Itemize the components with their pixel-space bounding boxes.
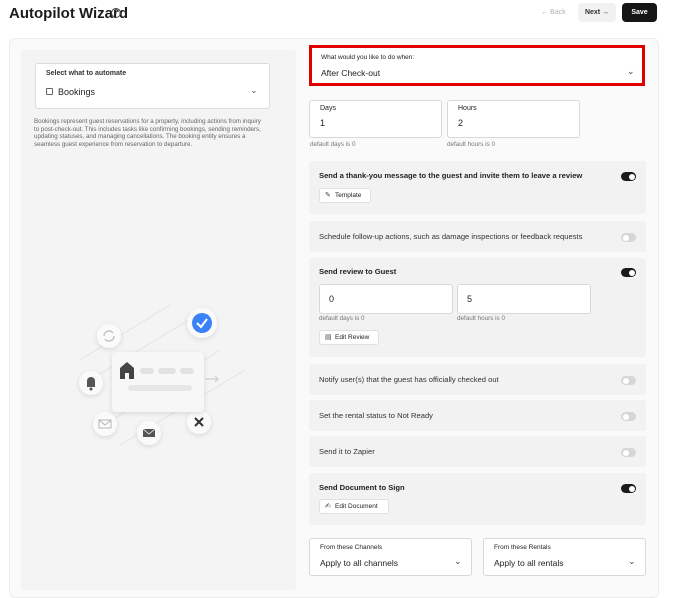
- trigger-value: After Check-out: [321, 68, 381, 78]
- pencil-icon: ✎: [325, 192, 331, 199]
- action-label: Set the rental status to Not Ready: [319, 411, 433, 420]
- action-toggle[interactable]: [621, 233, 636, 242]
- booking-card: [112, 352, 204, 412]
- calendar-icon: [46, 88, 53, 95]
- automate-select-label: Select what to automate: [46, 70, 127, 77]
- action-label: Send a thank-you message to the guest an…: [319, 171, 583, 180]
- automate-select-value: Bookings: [58, 87, 96, 97]
- next-button[interactable]: Next →: [578, 3, 616, 22]
- action-label: Notify user(s) that the guest has offici…: [319, 375, 499, 384]
- bookings-illustration: [79, 304, 246, 446]
- trigger-select[interactable]: [309, 45, 645, 86]
- days-label: Days: [320, 105, 336, 112]
- chevron-down-icon: ⌄: [454, 556, 462, 566]
- save-button[interactable]: Save: [622, 3, 657, 22]
- action-label: Schedule follow-up actions, such as dama…: [319, 232, 583, 241]
- chevron-down-icon: ⌄: [250, 85, 258, 95]
- back-button[interactable]: ← Back: [534, 3, 573, 22]
- trigger-label: What would you like to do when:: [321, 54, 415, 61]
- days-hint: default days is 0: [310, 141, 356, 148]
- channels-label: From these Channels: [320, 544, 383, 551]
- rentals-label: From these Rentals: [494, 544, 551, 551]
- review-days-value: 0: [329, 294, 335, 304]
- review-hours-value: 5: [467, 294, 473, 304]
- action-toggle[interactable]: [621, 376, 636, 385]
- channels-value: Apply to all channels: [320, 558, 398, 568]
- entity-description: Bookings represent guest reservations fo…: [34, 118, 261, 148]
- days-value: 1: [320, 118, 326, 128]
- hours-label: Hours: [458, 105, 477, 112]
- signature-icon: ✍: [325, 503, 331, 510]
- chevron-down-icon: ⌄: [628, 556, 636, 566]
- action-toggle[interactable]: [621, 448, 636, 457]
- action-label: Send it to Zapier: [319, 447, 375, 456]
- review-days-input[interactable]: [319, 284, 453, 314]
- rentals-value: Apply to all rentals: [494, 558, 564, 568]
- action-toggle[interactable]: [621, 412, 636, 421]
- envelope-outline-icon: [93, 412, 117, 436]
- review-hours-input[interactable]: [457, 284, 591, 314]
- action-toggle[interactable]: [621, 484, 636, 493]
- chevron-down-icon: ⌄: [627, 66, 635, 76]
- review-hours-hint: default hours is 0: [457, 315, 505, 322]
- hours-value: 2: [458, 118, 464, 128]
- action-toggle[interactable]: [621, 268, 636, 277]
- action-label: Send review to Guest: [319, 267, 397, 276]
- edit-review-button[interactable]: ▤ Edit Review: [319, 330, 379, 345]
- action-toggle[interactable]: [621, 172, 636, 181]
- sync-icon: [97, 324, 121, 348]
- review-days-hint: default days is 0: [319, 315, 365, 322]
- document-icon: ▤: [325, 334, 332, 341]
- edit-document-button[interactable]: ✍ Edit Document: [319, 499, 389, 514]
- hours-hint: default hours is 0: [447, 141, 495, 148]
- action-label: Send Document to Sign: [319, 483, 405, 492]
- help-icon[interactable]: ?: [111, 8, 121, 18]
- check-icon: [192, 313, 212, 333]
- template-button[interactable]: ✎ Template: [319, 188, 371, 203]
